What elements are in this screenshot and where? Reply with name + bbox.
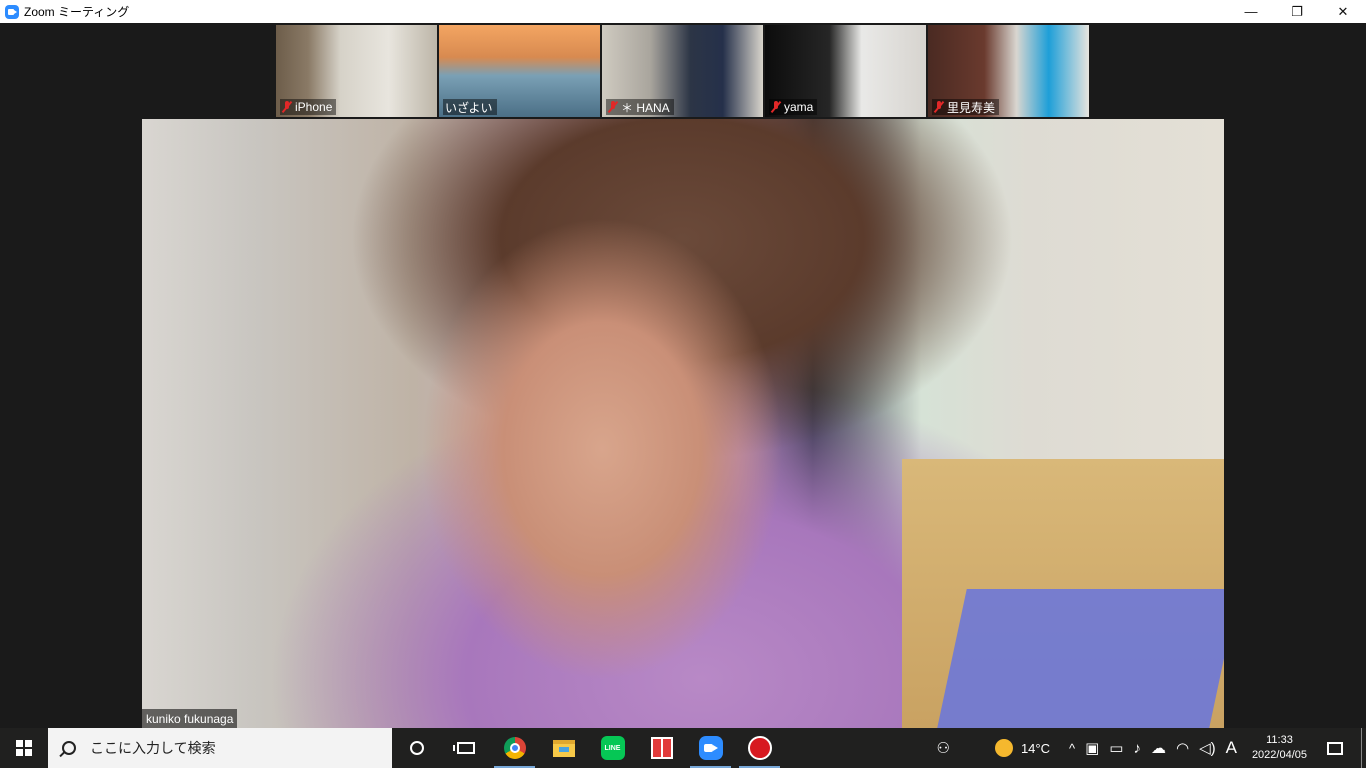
zoom-icon <box>698 736 723 760</box>
cloud-icon: ☁ <box>1150 740 1166 757</box>
thumbnail-name-tag: ＊ HANA <box>606 99 674 115</box>
people-icon: ⚇ <box>936 740 950 757</box>
windows-logo-icon <box>16 740 32 756</box>
cortana-icon <box>409 741 424 755</box>
show-desktop-button[interactable] <box>1361 728 1366 768</box>
windows-taskbar: ここに入力して検索 LINE ⚇ 14°C ^ ▣ ▭ ♪ ☁ ◠ ◁) A 1… <box>0 728 1366 768</box>
taskbar-app-trend-micro[interactable] <box>735 728 784 768</box>
thumbnail-strip: iPhone いざよい ＊ HANA yama 里見寿美 <box>276 25 1089 117</box>
mic-muted-icon <box>608 101 618 113</box>
participant-thumbnail[interactable]: ＊ HANA <box>602 25 763 117</box>
mic-muted-icon <box>771 101 781 113</box>
search-placeholder: ここに入力して検索 <box>90 740 216 756</box>
show-hidden-icons-button[interactable]: ^ <box>1064 728 1080 768</box>
camera-icon: ▣ <box>1085 740 1100 757</box>
chrome-icon <box>503 737 526 759</box>
gift-icon <box>650 737 673 759</box>
taskbar-search-box[interactable]: ここに入力して検索 <box>48 728 392 768</box>
cortana-button[interactable] <box>392 728 441 768</box>
task-view-button[interactable] <box>441 728 490 768</box>
chevron-up-icon: ^ <box>1068 740 1076 756</box>
clock-date: 2022/04/05 <box>1251 749 1307 761</box>
video-yoga-mat <box>937 589 1224 728</box>
tray-wifi[interactable]: ◠ <box>1171 728 1194 768</box>
wifi-icon: ◠ <box>1175 740 1190 757</box>
mic-muted-icon <box>934 101 944 113</box>
task-view-icon <box>452 742 475 754</box>
people-button[interactable]: ⚇ <box>931 728 954 768</box>
tray-meet-now[interactable]: ▣ <box>1080 728 1104 768</box>
weather-widget[interactable]: 14°C <box>955 728 1064 768</box>
tray-battery[interactable]: ▭ <box>1104 728 1128 768</box>
participant-name: yama <box>784 100 814 114</box>
thumbnail-name-tag: いざよい <box>443 99 497 115</box>
tray-volume[interactable]: ◁) <box>1194 728 1221 768</box>
clock-time: 11:33 <box>1266 734 1293 746</box>
meeting-area: iPhone いざよい ＊ HANA yama 里見寿美 kuniko fuku… <box>0 23 1366 728</box>
line-icon: LINE <box>600 736 625 760</box>
mic-muted-icon <box>282 101 292 113</box>
zoom-app-icon <box>5 4 19 19</box>
ime-indicator[interactable]: A <box>1221 728 1242 768</box>
restore-button[interactable]: ❐ <box>1274 0 1320 23</box>
thumbnail-name-tag: iPhone <box>280 99 337 115</box>
action-center-button[interactable] <box>1317 728 1361 768</box>
tray-microphone[interactable]: ♪ <box>1128 728 1146 768</box>
temperature: 14°C <box>1020 740 1050 756</box>
taskbar-app-zoom[interactable] <box>686 728 735 768</box>
start-button[interactable] <box>0 728 48 768</box>
speaker-icon: ◁) <box>1199 740 1216 757</box>
microphone-icon: ♪ <box>1133 739 1141 757</box>
taskbar-app-chrome[interactable] <box>490 728 539 768</box>
trend-micro-icon <box>747 736 772 760</box>
participant-thumbnail[interactable]: 里見寿美 <box>928 25 1089 117</box>
active-speaker-name-tag: kuniko fukunaga <box>142 709 238 728</box>
clock[interactable]: 11:33 2022/04/05 <box>1242 733 1317 763</box>
notification-icon <box>1327 741 1343 755</box>
window-title: Zoom ミーティング <box>24 5 130 19</box>
system-tray: ⚇ 14°C ^ ▣ ▭ ♪ ☁ ◠ ◁) A 11:33 2022/04/05 <box>931 728 1366 768</box>
participant-name: ＊ HANA <box>621 100 670 115</box>
active-speaker-video[interactable] <box>142 119 1224 728</box>
minimize-button[interactable]: — <box>1228 0 1274 23</box>
folder-icon <box>552 739 575 757</box>
taskbar-app-file-explorer[interactable] <box>539 728 588 768</box>
sun-icon <box>994 739 1013 757</box>
thumbnail-name-tag: yama <box>769 99 818 115</box>
close-button[interactable]: ✕ <box>1320 0 1366 23</box>
taskbar-app-line[interactable]: LINE <box>588 728 637 768</box>
participant-thumbnail[interactable]: いざよい <box>439 25 600 117</box>
window-controls: — ❐ ✕ <box>1228 0 1366 23</box>
title-bar: Zoom ミーティング — ❐ ✕ <box>0 0 1366 23</box>
search-icon <box>62 741 76 755</box>
taskbar-app-gift[interactable] <box>637 728 686 768</box>
thumbnail-name-tag: 里見寿美 <box>932 99 1000 115</box>
tray-onedrive[interactable]: ☁ <box>1146 728 1171 768</box>
battery-icon: ▭ <box>1109 740 1124 757</box>
participant-name: iPhone <box>295 100 333 114</box>
participant-name: いざよい <box>445 100 493 115</box>
participant-thumbnail[interactable]: iPhone <box>276 25 437 117</box>
participant-thumbnail[interactable]: yama <box>765 25 926 117</box>
participant-name: 里見寿美 <box>947 100 996 115</box>
